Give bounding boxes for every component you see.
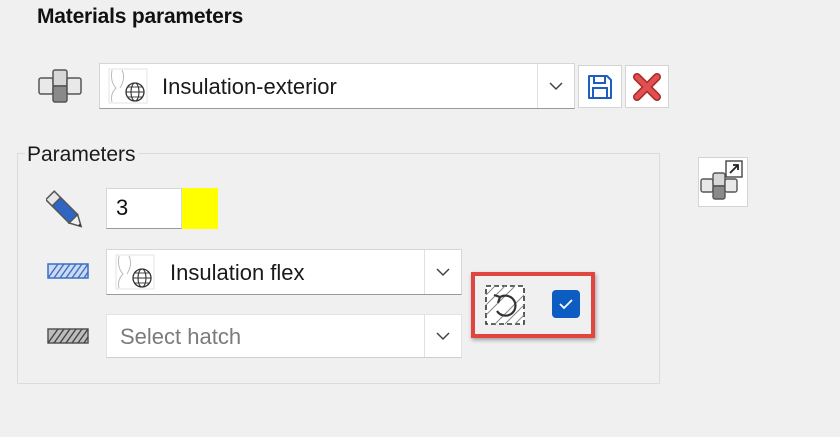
material-blocks-icon bbox=[38, 69, 82, 103]
check-icon bbox=[559, 299, 573, 310]
hatch-secondary-select[interactable]: Select hatch bbox=[106, 314, 462, 358]
rotate-hatch-checkbox[interactable] bbox=[552, 290, 580, 318]
rotate-hatch-icon[interactable] bbox=[485, 285, 525, 325]
page-title: Materials parameters bbox=[37, 5, 244, 28]
chevron-down-icon bbox=[436, 331, 450, 340]
hatch-thumbnail-icon bbox=[115, 254, 155, 290]
parameters-group-label: Parameters bbox=[25, 143, 138, 167]
hatch-secondary-placeholder: Select hatch bbox=[120, 324, 242, 349]
pencil-icon bbox=[46, 190, 83, 228]
pen-number-input[interactable]: 3 bbox=[106, 188, 182, 229]
chevron-down-icon bbox=[549, 81, 563, 90]
material-select[interactable]: Insulation-exterior bbox=[99, 63, 575, 109]
material-shortcut-icon bbox=[700, 160, 743, 200]
hatch-pattern-icon bbox=[47, 263, 89, 279]
hatch-pattern-gray-icon bbox=[47, 328, 89, 344]
open-material-button[interactable] bbox=[698, 157, 748, 207]
hatch-secondary-dropdown-button[interactable] bbox=[424, 315, 461, 357]
materials-parameters-panel: Materials parameters Insulation-exterior bbox=[0, 0, 840, 437]
save-button[interactable] bbox=[578, 65, 622, 108]
pen-color-swatch[interactable] bbox=[182, 188, 218, 229]
hatch-primary-select[interactable]: Insulation flex bbox=[106, 249, 462, 295]
hatch-primary-dropdown-button[interactable] bbox=[424, 250, 461, 294]
material-select-value: Insulation-exterior bbox=[162, 74, 337, 99]
material-dropdown-button[interactable] bbox=[537, 64, 574, 108]
delete-x-icon bbox=[633, 72, 661, 101]
hatch-primary-value: Insulation flex bbox=[170, 260, 305, 285]
save-icon bbox=[588, 74, 612, 99]
chevron-down-icon bbox=[436, 267, 450, 276]
material-thumbnail-icon bbox=[108, 68, 148, 104]
delete-button[interactable] bbox=[625, 65, 669, 108]
